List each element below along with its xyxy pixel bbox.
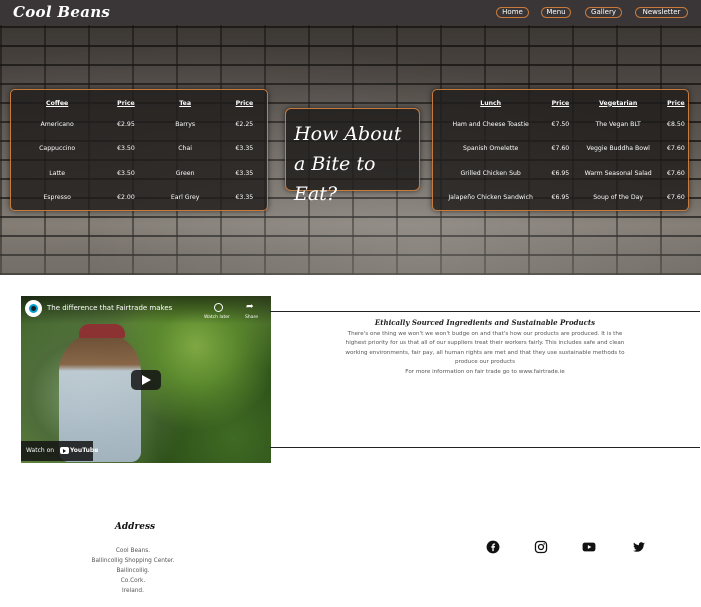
- food-header-price: Price: [551, 99, 570, 107]
- table-cell: €6.95: [551, 194, 570, 202]
- table-cell: Green: [175, 169, 195, 177]
- table-cell: €7.60: [667, 145, 685, 153]
- table-cell: €7.60: [667, 169, 685, 177]
- table-cell: €3.50: [117, 145, 135, 153]
- youtube-icon[interactable]: [582, 540, 596, 554]
- food-header-vegetarian: Vegetarian: [599, 99, 638, 107]
- table-cell: €3.50: [117, 169, 135, 177]
- table-cell: Soup of the Day: [593, 194, 644, 202]
- table-cell: Latte: [49, 169, 66, 177]
- table-cell: €3.35: [235, 169, 254, 177]
- table-row: Latte €3.50 Green €3.35: [11, 161, 267, 186]
- fairtrade-logo-icon: [29, 304, 38, 313]
- drinks-header-coffee: Coffee: [46, 99, 69, 107]
- play-icon: [142, 375, 151, 385]
- table-cell: Warm Seasonal Salad: [584, 169, 652, 177]
- table-cell: €7.50: [551, 120, 570, 128]
- share-label[interactable]: Share: [245, 315, 258, 320]
- table-cell: €3.35: [235, 194, 254, 202]
- table-row: Americano €2.95 Barrys €2.25: [11, 112, 267, 137]
- navbar: Cool Beans Home Menu Gallery Newsletter: [0, 0, 701, 25]
- watch-later-label[interactable]: Watch later: [204, 315, 230, 320]
- table-cell: The Vegan BLT: [595, 120, 641, 128]
- divider-bottom: [270, 447, 700, 448]
- hero-light-overlay: [0, 205, 701, 275]
- table-cell: Ham and Cheese Toastie: [452, 120, 529, 128]
- table-cell: €2.00: [117, 194, 135, 202]
- facebook-icon[interactable]: [486, 540, 500, 554]
- table-cell: Americano: [40, 120, 74, 128]
- table-cell: Earl Grey: [170, 194, 200, 202]
- table-cell: Grilled Chicken Sub: [460, 169, 521, 177]
- table-cell: Veggie Buddha Bowl: [586, 145, 650, 153]
- drinks-menu-table: Coffee Price Tea Price Americano €2.95 B…: [11, 90, 267, 210]
- watch-on-label: Watch on: [26, 447, 55, 454]
- table-row: Spanish Omelette €7.60 Veggie Buddha Bow…: [433, 137, 688, 162]
- table-cell: Espresso: [43, 194, 71, 202]
- food-header-lunch: Lunch: [480, 99, 502, 107]
- table-cell: €8.50: [667, 120, 685, 128]
- table-row: Cappuccino €3.50 Chai €3.35: [11, 137, 267, 162]
- share-icon[interactable]: ➦: [246, 302, 256, 312]
- play-button[interactable]: [131, 370, 161, 390]
- nav-gallery-link[interactable]: Gallery: [585, 7, 622, 18]
- youtube-wordmark: YouTube: [70, 447, 99, 454]
- table-row: Ham and Cheese Toastie €7.50 The Vegan B…: [433, 112, 688, 137]
- table-cell: €2.95: [117, 120, 135, 128]
- table-cell: €6.95: [551, 169, 570, 177]
- address-line: Cool Beans.: [115, 548, 151, 554]
- table-row: Espresso €2.00 Earl Grey €3.35: [11, 186, 267, 211]
- watch-on-youtube-button[interactable]: Watch on YouTube: [21, 441, 98, 461]
- table-cell: Cappuccino: [39, 145, 76, 153]
- address-block: Cool Beans. Ballincollig Shopping Center…: [70, 546, 196, 596]
- twitter-icon[interactable]: [632, 540, 646, 554]
- address-line: Co.Cork.: [120, 578, 146, 584]
- table-cell: Barrys: [175, 120, 196, 128]
- nav-menu-link[interactable]: Menu: [541, 7, 571, 18]
- table-cell: Chai: [178, 145, 193, 153]
- drinks-header-price: Price: [117, 99, 135, 107]
- table-cell: €2.25: [235, 120, 254, 128]
- address-line: Ballincollig.: [116, 568, 150, 574]
- table-cell: €3.35: [235, 145, 254, 153]
- fairtrade-video-embed[interactable]: The difference that Fairtrade makes ➦ Wa…: [21, 296, 271, 463]
- drinks-header-price: Price: [235, 99, 254, 107]
- bite-heading-panel: How About a Bite to Eat?: [285, 108, 420, 205]
- hero-brick-background: Coffee Price Tea Price Americano €2.95 B…: [0, 25, 701, 275]
- info-title: Ethically Sourced Ingredients and Sustai…: [374, 318, 596, 327]
- youtube-logo-icon: [60, 447, 69, 454]
- table-row: Grilled Chicken Sub €6.95 Warm Seasonal …: [433, 161, 688, 186]
- table-row: Jalapeño Chicken Sandwich €6.95 Soup of …: [433, 186, 688, 211]
- address-line: Ballincollig Shopping Center.: [91, 558, 175, 564]
- address-line: Ireland.: [122, 588, 144, 594]
- info-body: There's one thing we won't we won't budg…: [340, 330, 630, 377]
- divider-top: [270, 311, 700, 312]
- nav-newsletter-link[interactable]: Newsletter: [635, 7, 688, 18]
- table-cell: €7.60: [551, 145, 570, 153]
- video-title[interactable]: The difference that Fairtrade makes: [47, 304, 172, 312]
- channel-avatar[interactable]: [25, 300, 42, 317]
- address-title: Address: [114, 522, 156, 532]
- brand-logo[interactable]: Cool Beans: [13, 3, 110, 21]
- food-header-price: Price: [667, 99, 685, 107]
- bite-heading: How About a Bite to Eat?: [294, 123, 402, 205]
- nav-home-link[interactable]: Home: [496, 7, 529, 18]
- video-thumbnail-hat: [79, 324, 125, 338]
- table-cell: Jalapeño Chicken Sandwich: [448, 194, 533, 202]
- instagram-icon[interactable]: [534, 540, 548, 554]
- info-paragraph: There's one thing we won't we won't budg…: [345, 331, 625, 366]
- food-menu-table: Lunch Price Vegetarian Price Ham and Che…: [433, 90, 688, 210]
- food-menu-panel: Lunch Price Vegetarian Price Ham and Che…: [432, 89, 689, 211]
- info-more-link[interactable]: For more information on fair trade go to…: [340, 368, 630, 377]
- drinks-menu-panel: Coffee Price Tea Price Americano €2.95 B…: [10, 89, 268, 211]
- table-cell: €7.60: [667, 194, 685, 202]
- watch-later-icon[interactable]: [214, 303, 223, 312]
- table-cell: Spanish Omelette: [463, 145, 519, 153]
- drinks-header-tea: Tea: [179, 99, 192, 107]
